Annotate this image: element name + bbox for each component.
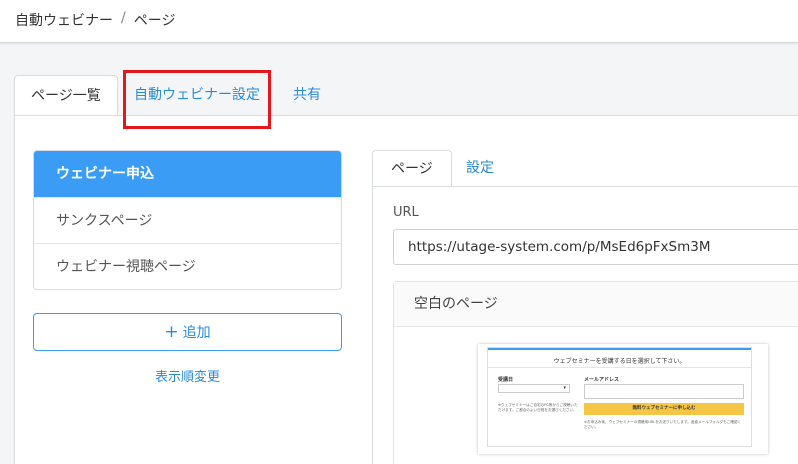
list-item-webinar-view[interactable]: ウェビナー視聴ページ — [34, 243, 341, 289]
breadcrumb-root[interactable]: 自動ウェビナー — [15, 10, 113, 30]
sub-tabs: ページ 設定 — [372, 150, 798, 187]
highlight-box — [123, 70, 271, 129]
subtab-settings[interactable]: 設定 — [448, 150, 512, 187]
thumbnail-content: ウェブセミナーを受講する日を選択して下さい。 受講日 ▾ ※ウェブセミナーはご自… — [487, 347, 752, 447]
thumbnail-email-input — [584, 384, 744, 399]
url-field[interactable]: https://utage-system.com/p/MsEd6pFxSm3M — [393, 229, 798, 265]
tab-page-list[interactable]: ページ一覧 — [14, 75, 118, 116]
thumbnail-divider — [488, 367, 751, 368]
preview-title: 空白のページ — [394, 282, 798, 327]
plus-icon: + — [164, 322, 179, 342]
list-item-thanks-page[interactable]: サンクスページ — [34, 197, 341, 243]
breadcrumb: 自動ウェビナー / ページ — [15, 10, 175, 30]
thumbnail-date-label: 受講日 — [498, 377, 514, 383]
subtab-page[interactable]: ページ — [372, 150, 452, 187]
page-list: ウェビナー申込 サンクスページ ウェビナー視聴ページ — [33, 150, 342, 290]
add-button-label: 追加 — [182, 325, 211, 341]
thumbnail-note-left: ※ウェブセミナーはご自宅のPC等からご視聴いただけます。ご都合のよい日程をお選び… — [498, 403, 578, 412]
breadcrumb-current: ページ — [133, 13, 176, 29]
sort-order-link[interactable]: 表示順変更 — [33, 366, 342, 385]
tab-share[interactable]: 共有 — [277, 75, 337, 116]
thumbnail-apply-button: 無料ウェブセミナーに申し込む — [584, 403, 744, 415]
thumbnail-accent-line — [488, 348, 751, 350]
thumbnail-heading: ウェブセミナーを受講する日を選択して下さい。 — [553, 358, 686, 365]
right-panel-border — [372, 187, 373, 464]
thumbnail-date-select: ▾ — [498, 384, 570, 393]
caret-down-icon: ▾ — [563, 385, 566, 391]
page-thumbnail[interactable]: ウェブセミナーを受講する日を選択して下さい。 受講日 ▾ ※ウェブセミナーはご自… — [478, 344, 768, 454]
thumbnail-note-right: ※お申込み後、ウェブセミナーの視聴用URLをお送りいたします。迷惑メールフォルダ… — [584, 420, 742, 429]
url-label: URL — [393, 205, 419, 220]
thumbnail-email-label: メールアドレス — [584, 377, 620, 383]
top-bar: 自動ウェビナー / ページ — [0, 0, 798, 43]
subtab-divider — [372, 186, 798, 187]
add-page-button[interactable]: + 追加 — [33, 313, 342, 351]
list-item-webinar-apply[interactable]: ウェビナー申込 — [34, 151, 341, 197]
breadcrumb-separator: / — [121, 10, 126, 26]
